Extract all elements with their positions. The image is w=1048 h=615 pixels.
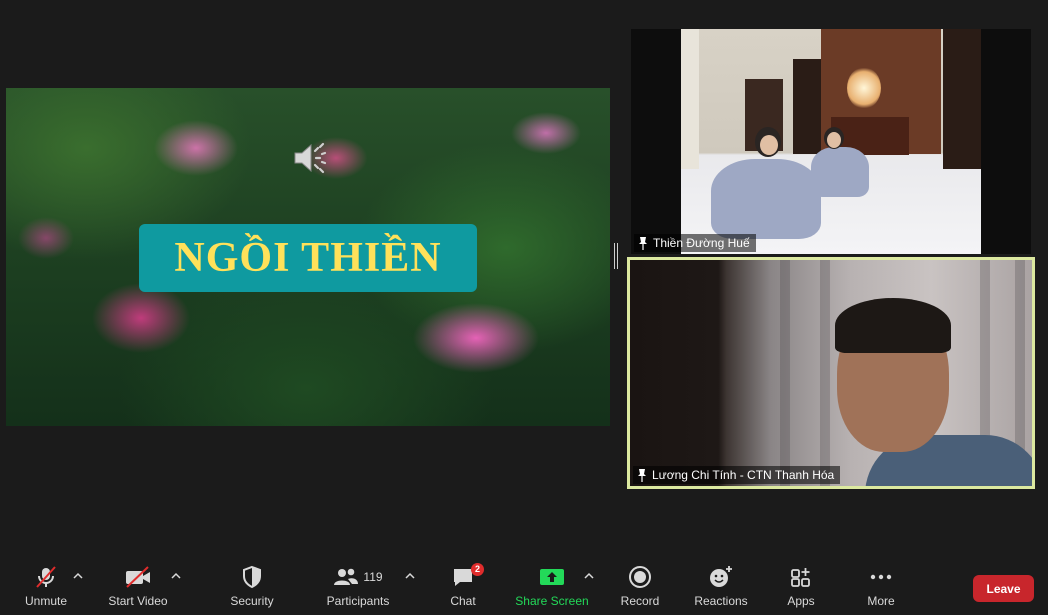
leave-button[interactable]: Leave — [973, 575, 1034, 602]
chevron-up-icon[interactable] — [405, 572, 415, 580]
video-camera-off-icon — [126, 566, 150, 588]
chevron-up-icon[interactable] — [73, 572, 83, 580]
participants-count: 119 — [363, 570, 383, 584]
shield-icon — [243, 565, 261, 589]
shared-screen: NGỒI THIỀN — [6, 88, 610, 426]
apps-icon — [791, 568, 810, 587]
reactions-button[interactable]: Reactions — [692, 560, 750, 615]
more-dots-icon — [870, 574, 892, 580]
security-button[interactable]: Security — [224, 560, 280, 615]
slide-title: NGỒI THIỀN — [174, 235, 442, 281]
participants-button[interactable]: 119 Participants — [323, 560, 393, 615]
pin-icon — [638, 469, 646, 482]
more-button[interactable]: More — [862, 560, 900, 615]
participant-name-tag: Thiền Đường Huế — [634, 234, 756, 252]
pin-icon — [639, 237, 647, 250]
speaker-volume-icon[interactable] — [291, 140, 335, 176]
start-video-button[interactable]: Start Video — [106, 560, 170, 615]
chevron-up-icon[interactable] — [584, 572, 594, 580]
microphone-muted-icon — [36, 566, 56, 588]
meeting-toolbar: Unmute Start Video Security 119 Particip… — [0, 560, 1048, 615]
share-screen-icon — [540, 569, 564, 585]
panel-resize-handle[interactable] — [614, 243, 618, 269]
video-tile-participant-1[interactable]: Thiền Đường Huế — [631, 29, 1031, 254]
chat-unread-badge: 2 — [471, 563, 485, 576]
title-banner: NGỒI THIỀN — [139, 224, 477, 292]
video-tile-active-speaker[interactable]: Lương Chi Tính - CTN Thanh Hóa — [627, 257, 1035, 489]
apps-button[interactable]: Apps — [780, 560, 822, 615]
record-icon — [629, 566, 651, 588]
smiley-plus-icon — [710, 566, 732, 587]
share-screen-button[interactable]: Share Screen — [514, 560, 590, 615]
participant-video-feed — [681, 29, 981, 254]
chat-button[interactable]: 2 Chat — [440, 560, 486, 615]
chevron-up-icon[interactable] — [171, 572, 181, 580]
participants-icon — [334, 568, 359, 585]
record-button[interactable]: Record — [614, 560, 666, 615]
unmute-button[interactable]: Unmute — [18, 560, 74, 615]
participant-name-tag: Lương Chi Tính - CTN Thanh Hóa — [633, 466, 841, 484]
